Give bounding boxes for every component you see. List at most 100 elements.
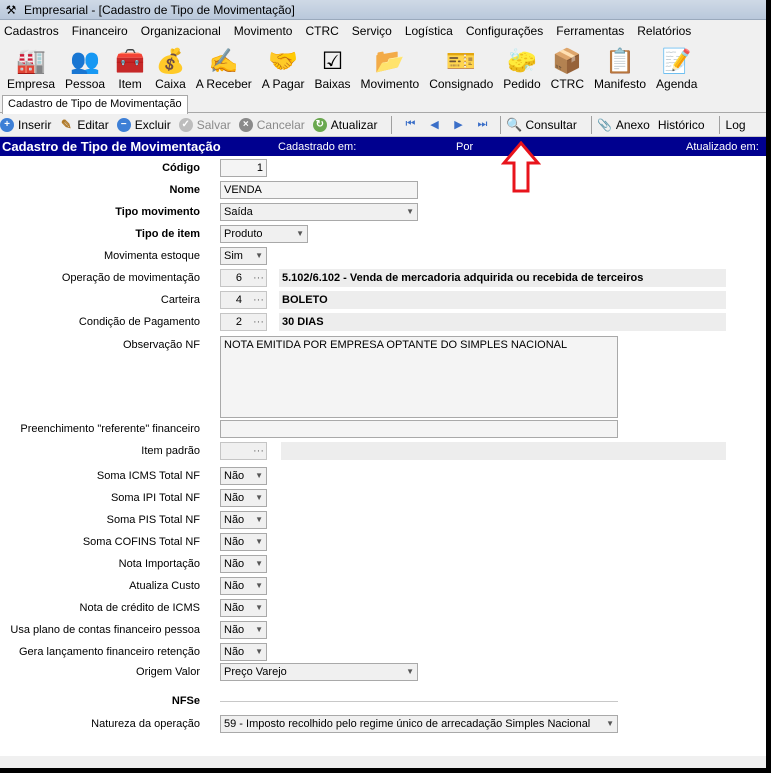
chevron-down-icon: ▼	[606, 719, 614, 728]
refresh-button[interactable]: ↻ Atualizar	[312, 117, 377, 132]
carteira-code-field[interactable]: 4 ···	[220, 291, 267, 309]
toolbar-manifesto-button[interactable]: 📋 Manifesto	[589, 47, 651, 93]
pencil-icon: ✎	[60, 116, 72, 132]
lookup-icon[interactable]: ···	[253, 270, 264, 286]
plus-icon: +	[0, 117, 14, 132]
toolbar-pedido-button[interactable]: 🧽 Pedido	[498, 47, 545, 93]
action-toolbar: + Inserir ✎ Editar − Excluir ✓ Salvar × Cance…	[0, 113, 766, 137]
chevron-down-icon: ▼	[296, 229, 304, 238]
save-button[interactable]: ✓ Salvar	[178, 117, 231, 132]
toolbar-consignado-button[interactable]: 🎫 Consignado	[424, 47, 498, 93]
soma-icms-label: Soma ICMS Total NF	[96, 470, 200, 482]
lookup-icon[interactable]: ···	[253, 292, 264, 308]
toolbar-caixa-button[interactable]: 💰 Caixa	[150, 47, 191, 93]
toolbar-ctrc-button[interactable]: 📦 CTRC	[546, 47, 589, 93]
movimenta-estoque-label: Movimenta estoque	[104, 250, 200, 262]
nota-credito-icms-label: Nota de crédito de ICMS	[79, 602, 200, 614]
operacao-code-field[interactable]: 6 ···	[220, 269, 267, 287]
toolbar-pessoa-button[interactable]: 👥 Pessoa	[60, 47, 110, 93]
first-record-icon[interactable]: ⏮	[403, 118, 417, 131]
menu-item-relatorios[interactable]: Relatórios	[637, 24, 691, 38]
chevron-down-icon: ▼	[255, 581, 263, 590]
folder-icon: 📂	[374, 48, 405, 75]
tab-cadastro-tipo-movimentacao[interactable]: Cadastro de Tipo de Movimentação	[2, 95, 188, 114]
tipo-movimento-label: Tipo movimento	[115, 206, 200, 218]
next-record-icon[interactable]: ▶	[451, 119, 465, 131]
insert-button[interactable]: + Inserir	[0, 117, 51, 132]
preenchimento-field[interactable]	[220, 420, 618, 438]
soma-cofins-select[interactable]: Não ▼	[220, 533, 267, 551]
menu-item-logistica[interactable]: Logística	[405, 24, 453, 38]
ticket-icon: 🎫	[446, 48, 477, 75]
edit-button[interactable]: ✎ Editar	[59, 116, 109, 132]
money-bag-icon: 💰	[155, 48, 186, 75]
toolbar-label: A Receber	[195, 77, 252, 91]
soma-ipi-select[interactable]: Não ▼	[220, 489, 267, 507]
operacao-description: 5.102/6.102 - Venda de mercadoria adquir…	[279, 269, 726, 287]
toolbar-label: A Pagar	[261, 77, 305, 91]
receive-icon: ✍	[208, 48, 239, 75]
last-record-icon[interactable]: ⏭	[475, 118, 489, 131]
toolbar-baixas-button[interactable]: ☑ Baixas	[310, 47, 356, 93]
toolbar-label: Movimento	[360, 77, 420, 91]
toolbar-label: Consignado	[429, 77, 494, 91]
condicao-code-field[interactable]: 2 ···	[220, 313, 267, 331]
tipo-item-select[interactable]: Produto ▼	[220, 225, 308, 243]
lookup-icon[interactable]: ···	[253, 443, 264, 459]
nota-credito-icms-select[interactable]: Não ▼	[220, 599, 267, 617]
search-button[interactable]: 🔍 Consultar	[506, 117, 576, 132]
menu-item-configuracoes[interactable]: Configurações	[466, 24, 543, 38]
nota-importacao-label: Nota Importação	[118, 558, 200, 570]
condicao-pagamento-label: Condição de Pagamento	[78, 316, 200, 328]
menu-item-financeiro[interactable]: Financeiro	[72, 24, 128, 38]
operacao-label: Operação de movimentação	[61, 272, 200, 284]
nome-field[interactable]: VENDA	[220, 181, 418, 199]
soma-pis-label: Soma PIS Total NF	[106, 514, 200, 526]
usa-plano-contas-select[interactable]: Não ▼	[220, 621, 267, 639]
chevron-down-icon: ▼	[255, 559, 263, 568]
origem-valor-select[interactable]: Preço Varejo ▼	[220, 663, 418, 681]
lookup-icon[interactable]: ···	[253, 314, 264, 330]
toolbar-agenda-button[interactable]: 📝 Agenda	[651, 47, 702, 93]
checklist-icon: ☑	[321, 48, 344, 75]
menu-item-ferramentas[interactable]: Ferramentas	[556, 24, 624, 38]
soma-icms-select[interactable]: Não ▼	[220, 467, 267, 485]
menu-item-cadastros[interactable]: Cadastros	[4, 24, 59, 38]
gera-lancamento-select[interactable]: Não ▼	[220, 643, 267, 661]
history-button[interactable]: Histórico	[658, 118, 705, 132]
attachment-button[interactable]: 📎 Anexo	[597, 118, 650, 132]
soma-pis-select[interactable]: Não ▼	[220, 511, 267, 529]
menu-item-movimento[interactable]: Movimento	[234, 24, 293, 38]
delete-button[interactable]: − Excluir	[116, 117, 171, 132]
nome-label: Nome	[169, 184, 200, 196]
toolbar-a-pagar-button[interactable]: 🤝 A Pagar	[257, 47, 310, 93]
box-icon: 📦	[552, 48, 583, 75]
form-title: Cadastro de Tipo de Movimentação	[2, 139, 221, 154]
previous-record-icon[interactable]: ◀	[427, 119, 441, 131]
codigo-field[interactable]: 1	[220, 159, 267, 177]
main-toolbar: 🏭 Empresa 👥 Pessoa 🧰 Item 💰 Caixa ✍ A Receber 🤝 A P…	[0, 41, 766, 93]
menu-bar: Cadastros Financeiro Organizacional Movimen…	[0, 20, 766, 41]
cancel-button[interactable]: × Cancelar	[238, 117, 305, 132]
tipo-movimento-select[interactable]: Saída ▼	[220, 203, 418, 221]
codigo-label: Código	[162, 162, 200, 174]
toolbar-a-receber-button[interactable]: ✍ A Receber	[191, 47, 257, 93]
log-button[interactable]: Log	[726, 118, 746, 132]
observacao-textarea[interactable]: NOTA EMITIDA POR EMPRESA OPTANTE DO SIMP…	[220, 336, 618, 418]
natureza-select[interactable]: 59 - Imposto recolhido pelo regime único…	[220, 715, 618, 733]
toolbar-label: Empresa	[7, 77, 56, 91]
atualiza-custo-select[interactable]: Não ▼	[220, 577, 267, 595]
item-padrao-code-field[interactable]: ···	[220, 442, 267, 460]
toolbar-item-button[interactable]: 🧰 Item	[110, 47, 150, 93]
menu-item-servico[interactable]: Serviço	[352, 24, 392, 38]
menu-item-organizacional[interactable]: Organizacional	[141, 24, 221, 38]
building-icon: 🏭	[16, 48, 46, 75]
toolbar-empresa-button[interactable]: 🏭 Empresa	[2, 47, 60, 93]
nota-importacao-select[interactable]: Não ▼	[220, 555, 267, 573]
usa-plano-contas-label: Usa plano de contas financeiro pessoa	[10, 624, 200, 636]
toolbar-movimento-button[interactable]: 📂 Movimento	[356, 47, 425, 93]
movimenta-estoque-select[interactable]: Sim ▼	[220, 247, 267, 265]
refresh-icon: ↻	[312, 117, 327, 132]
chevron-down-icon: ▼	[255, 625, 263, 634]
menu-item-ctrc[interactable]: CTRC	[305, 24, 338, 38]
